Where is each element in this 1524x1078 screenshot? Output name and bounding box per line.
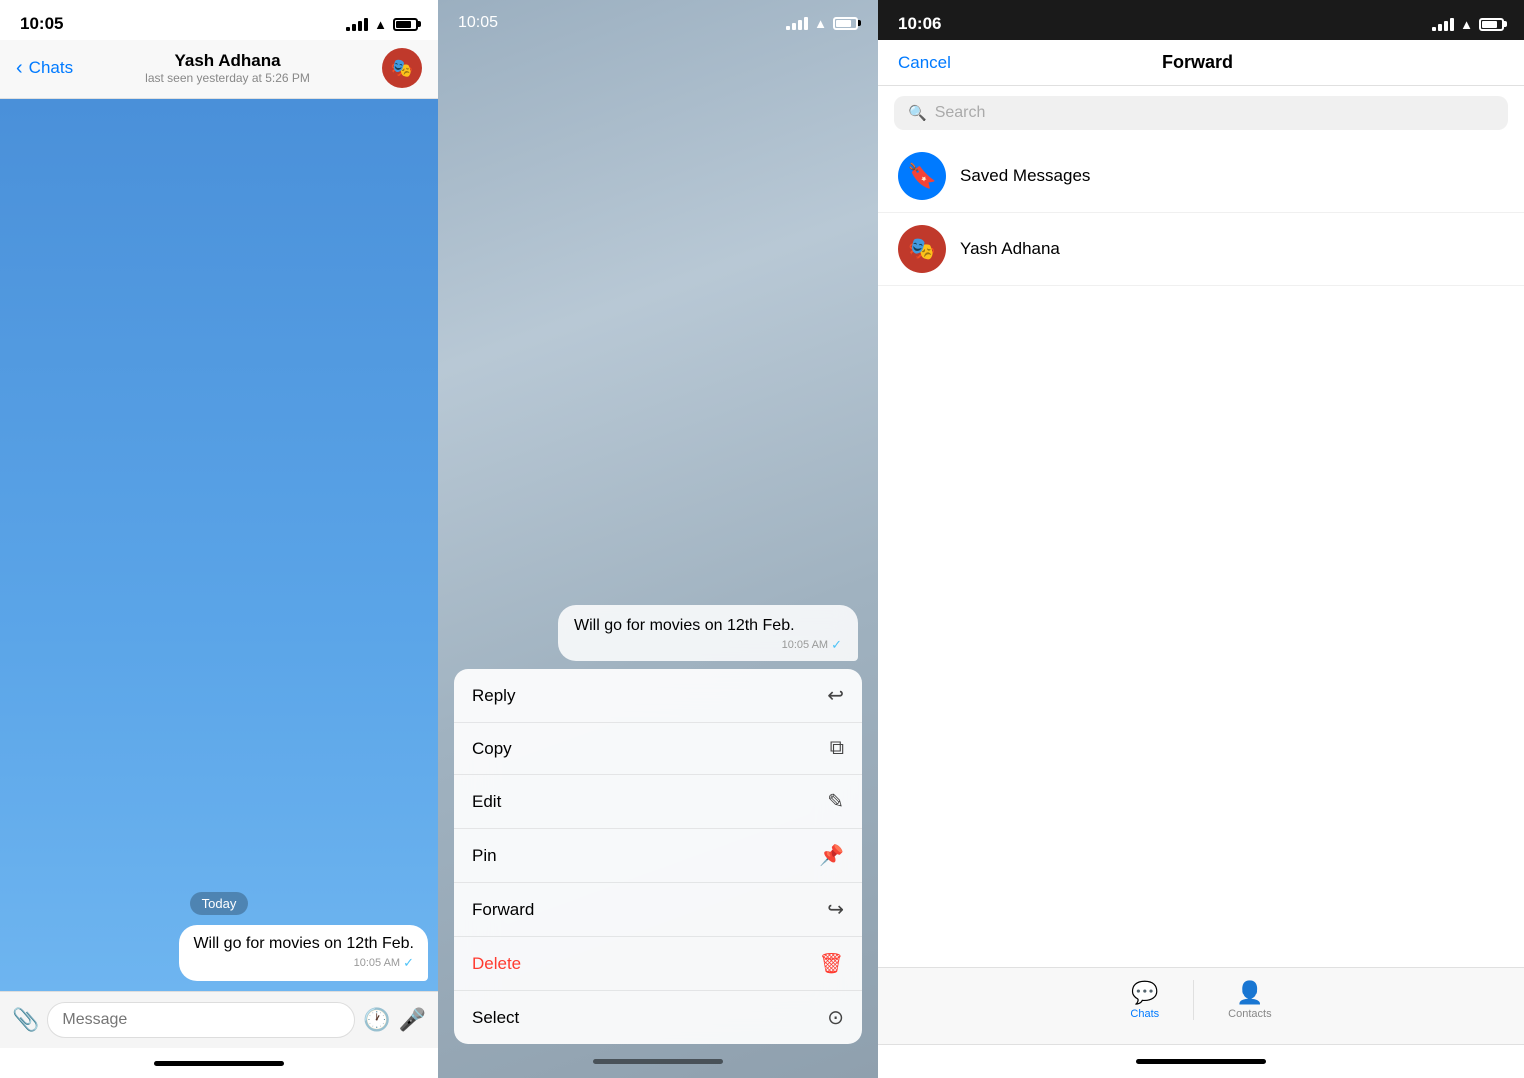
copy-icon: ⧉ xyxy=(830,737,844,760)
reply-icon: ↩ xyxy=(827,683,844,708)
chats-tab-icon: 💬 xyxy=(1131,980,1158,1006)
home-indicator-panel3 xyxy=(878,1044,1524,1078)
contact-item-yash[interactable]: 🎭 Yash Adhana xyxy=(878,213,1524,286)
read-checkmark: ✓ xyxy=(403,955,414,971)
tab-chats[interactable]: 💬 Chats xyxy=(1100,976,1189,1024)
attachment-icon[interactable]: 📎 xyxy=(12,1007,39,1033)
chat-background: Today Will go for movies on 12th Feb. 10… xyxy=(0,99,438,991)
pin-icon: 📌 xyxy=(819,843,844,868)
home-bar-p2 xyxy=(593,1059,723,1064)
tabs-wrapper: 💬 Chats 👤 Contacts xyxy=(1100,976,1301,1024)
select-label: Select xyxy=(472,1008,519,1028)
contacts-list: 🔖 Saved Messages 🎭 Yash Adhana xyxy=(878,140,1524,967)
select-icon: ⊙ xyxy=(827,1005,844,1030)
status-icons-panel2: ▲ xyxy=(786,16,858,31)
delete-icon: 🗑 xyxy=(819,951,844,976)
message-meta: 10:05 AM ✓ xyxy=(193,955,414,971)
search-icon: 🔍 xyxy=(908,104,927,122)
yash-avatar: 🎭 xyxy=(898,225,946,273)
input-bar: 📎 🕐 🎤 xyxy=(0,991,438,1048)
wifi-icon-p2: ▲ xyxy=(814,16,827,31)
status-icons-panel1: ▲ xyxy=(346,17,418,32)
tab-divider xyxy=(1193,980,1194,1020)
search-bar[interactable]: 🔍 Search xyxy=(894,96,1508,130)
message-time: 10:05 AM xyxy=(354,957,400,969)
forward-label: Forward xyxy=(472,900,534,920)
status-bar-panel2: 10:05 ▲ xyxy=(438,0,878,38)
message-bubble[interactable]: Will go for movies on 12th Feb. 10:05 AM… xyxy=(179,925,428,981)
message-meta-p2: 10:05 AM ✓ xyxy=(574,637,842,653)
cancel-button[interactable]: Cancel xyxy=(898,53,951,73)
time-panel2: 10:05 xyxy=(458,14,498,32)
copy-label: Copy xyxy=(472,739,512,759)
pin-label: Pin xyxy=(472,846,497,866)
context-item-copy[interactable]: Copy ⧉ xyxy=(454,723,862,775)
wifi-icon: ▲ xyxy=(374,17,387,32)
context-menu: Reply ↩ Copy ⧉ Edit ✎ Pin 📌 Forward ↪ De… xyxy=(454,669,862,1044)
message-time-p2: 10:05 AM xyxy=(782,639,828,651)
status-icons-panel3: ▲ xyxy=(1432,17,1504,32)
avatar-panel1[interactable]: 🎭 xyxy=(382,48,422,88)
microphone-icon[interactable]: 🎤 xyxy=(399,1007,426,1033)
signal-icon xyxy=(346,18,368,31)
chevron-icon: ‹ xyxy=(16,57,23,80)
back-button[interactable]: ‹ Chats xyxy=(16,57,73,80)
saved-messages-avatar: 🔖 xyxy=(898,152,946,200)
forward-nav: Cancel Forward xyxy=(878,40,1524,86)
sticker-icon[interactable]: 🕐 xyxy=(363,1007,390,1033)
context-item-select[interactable]: Select ⊙ xyxy=(454,991,862,1044)
battery-icon-p2 xyxy=(833,17,858,30)
bottom-tabs: 💬 Chats 👤 Contacts xyxy=(878,967,1524,1044)
message-text-p2: Will go for movies on 12th Feb. xyxy=(574,617,842,635)
status-bar-panel3: 10:06 ▲ xyxy=(878,0,1524,40)
chat-screen: 10:05 ▲ ‹ Chats Yash Adhana last seen ye… xyxy=(0,0,438,1078)
contact-status: last seen yesterday at 5:26 PM xyxy=(145,71,310,85)
edit-label: Edit xyxy=(472,792,501,812)
context-item-reply[interactable]: Reply ↩ xyxy=(454,669,862,723)
saved-messages-name: Saved Messages xyxy=(960,166,1090,186)
tab-contacts[interactable]: 👤 Contacts xyxy=(1198,976,1301,1024)
reply-label: Reply xyxy=(472,686,515,706)
home-indicator-panel1 xyxy=(0,1048,438,1078)
delete-label: Delete xyxy=(472,954,521,974)
home-bar-p3 xyxy=(1136,1059,1266,1064)
date-label: Today xyxy=(190,892,249,915)
contacts-tab-label: Contacts xyxy=(1228,1008,1271,1020)
yash-name: Yash Adhana xyxy=(960,239,1060,259)
context-item-edit[interactable]: Edit ✎ xyxy=(454,775,862,829)
signal-icon-p3 xyxy=(1432,18,1454,31)
signal-icon-p2 xyxy=(786,17,808,30)
contact-name: Yash Adhana xyxy=(145,51,310,71)
home-indicator-panel2 xyxy=(438,1044,878,1078)
forward-icon: ↪ xyxy=(827,897,844,922)
bookmark-icon: 🔖 xyxy=(907,162,937,191)
home-bar xyxy=(154,1061,284,1066)
context-item-forward[interactable]: Forward ↪ xyxy=(454,883,862,937)
context-menu-screen: 10:05 ▲ Will go for movies on 12th Feb. … xyxy=(438,0,878,1078)
chats-tab-label: Chats xyxy=(1130,1008,1159,1020)
battery-icon-p3 xyxy=(1479,18,1504,31)
nav-bar-panel1: ‹ Chats Yash Adhana last seen yesterday … xyxy=(0,40,438,99)
battery-icon xyxy=(393,18,418,31)
search-placeholder: Search xyxy=(935,104,986,122)
message-text: Will go for movies on 12th Feb. xyxy=(193,935,414,953)
contacts-tab-icon: 👤 xyxy=(1236,980,1263,1006)
forward-title: Forward xyxy=(1162,52,1233,73)
forward-screen: 10:06 ▲ Cancel Forward 🔍 Search 🔖 xyxy=(878,0,1524,1078)
wifi-icon-p3: ▲ xyxy=(1460,17,1473,32)
context-item-delete[interactable]: Delete 🗑 xyxy=(454,937,862,991)
read-checkmark-p2: ✓ xyxy=(831,637,842,653)
back-label[interactable]: Chats xyxy=(29,58,73,78)
context-item-pin[interactable]: Pin 📌 xyxy=(454,829,862,883)
time-panel1: 10:05 xyxy=(20,14,63,34)
panel2-content-area: Will go for movies on 12th Feb. 10:05 AM… xyxy=(438,605,878,1078)
message-input[interactable] xyxy=(47,1002,355,1038)
contact-info: Yash Adhana last seen yesterday at 5:26 … xyxy=(145,51,310,85)
search-bar-wrapper: 🔍 Search xyxy=(878,86,1524,140)
contact-item-saved[interactable]: 🔖 Saved Messages xyxy=(878,140,1524,213)
message-card: Will go for movies on 12th Feb. 10:05 AM… xyxy=(558,605,858,661)
status-bar-panel1: 10:05 ▲ xyxy=(0,0,438,40)
time-panel3: 10:06 xyxy=(898,14,941,34)
edit-icon: ✎ xyxy=(827,789,844,814)
